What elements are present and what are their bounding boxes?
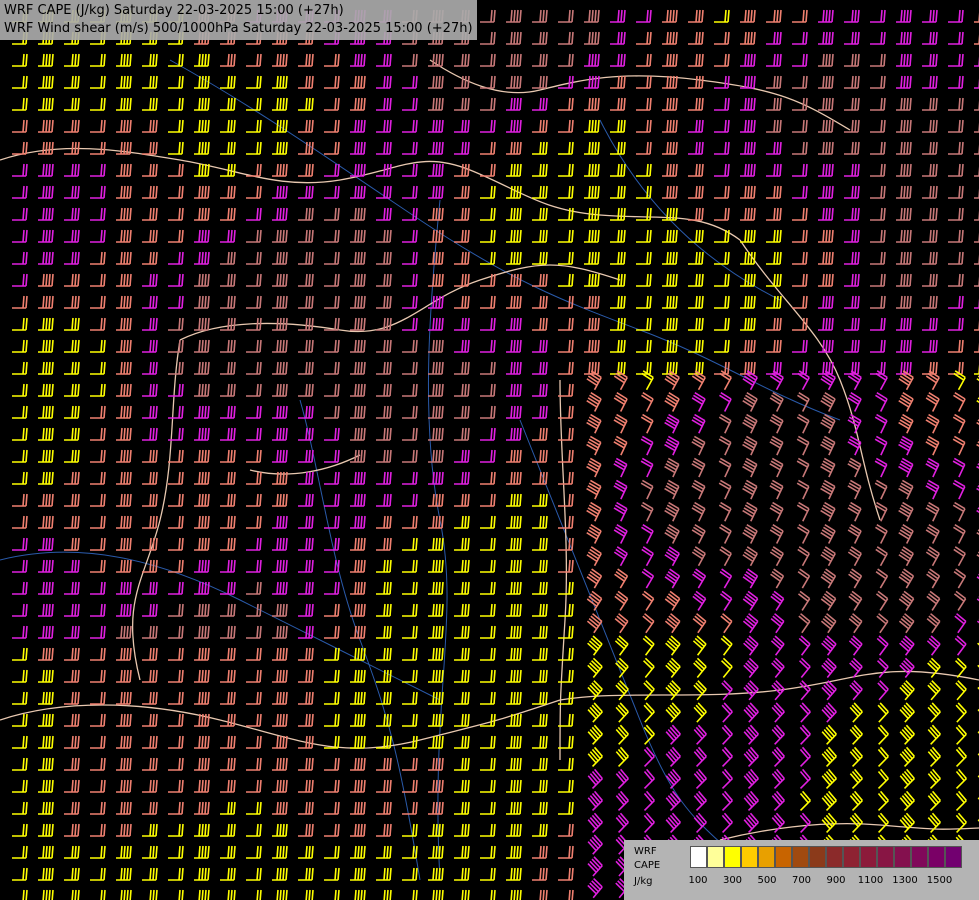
legend-tick: 500 bbox=[757, 875, 777, 886]
legend-swatch bbox=[928, 846, 945, 868]
legend-tick: 100 bbox=[688, 875, 708, 886]
legend-tick: 1100 bbox=[857, 875, 884, 886]
legend-swatch bbox=[758, 846, 775, 868]
legend-label-cape: CAPE bbox=[634, 860, 661, 871]
legend-swatch bbox=[792, 846, 809, 868]
legend-swatch bbox=[690, 846, 707, 868]
legend-swatch bbox=[775, 846, 792, 868]
wind-shear-title: WRF Wind shear (m/s) 500/1000hPa Saturda… bbox=[4, 21, 473, 36]
legend-tick: 1500 bbox=[926, 875, 953, 886]
legend-swatch bbox=[911, 846, 928, 868]
legend-swatch bbox=[741, 846, 758, 868]
cape-title: WRF CAPE (J/kg) Saturday 22-03-2025 15:0… bbox=[4, 3, 344, 18]
legend-color-scale bbox=[690, 846, 962, 868]
legend-swatch bbox=[894, 846, 911, 868]
legend-swatch bbox=[843, 846, 860, 868]
legend-swatch bbox=[826, 846, 843, 868]
legend-tick-labels: 100 300 500 700 900 1100 1300 1500 bbox=[688, 875, 979, 889]
legend-tick: 300 bbox=[722, 875, 743, 886]
legend-swatch bbox=[724, 846, 741, 868]
legend-swatch bbox=[860, 846, 877, 868]
map-background bbox=[0, 0, 979, 900]
legend-tick: 1300 bbox=[892, 875, 918, 886]
legend-tick: 900 bbox=[826, 875, 846, 886]
legend-tick: 700 bbox=[791, 875, 812, 886]
cape-legend: WRF CAPE J/kg 100 300 500 700 900 1100 1300 150… bbox=[624, 840, 979, 900]
legend-label-wrf: WRF bbox=[634, 846, 657, 857]
legend-label-unit: J/kg bbox=[634, 876, 653, 887]
legend-swatch bbox=[877, 846, 894, 868]
map-title-box: WRF CAPE (J/kg) Saturday 22-03-2025 15:0… bbox=[0, 0, 477, 40]
wind-shear-map bbox=[0, 0, 979, 900]
legend-swatch bbox=[707, 846, 724, 868]
legend-swatch bbox=[945, 846, 962, 868]
legend-swatch bbox=[809, 846, 826, 868]
